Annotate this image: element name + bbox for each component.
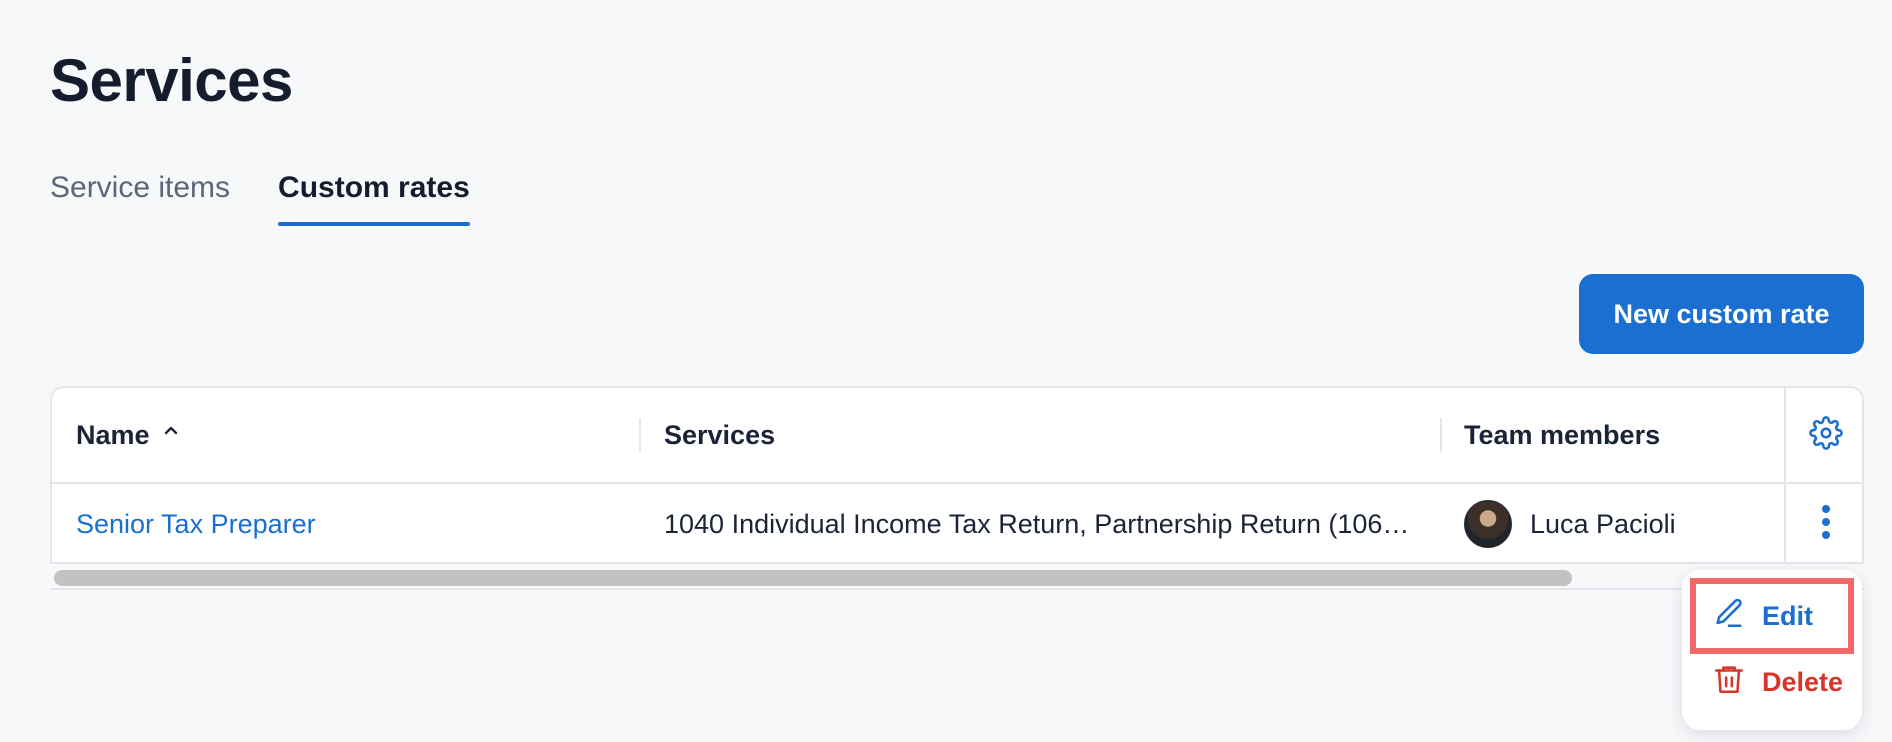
trash-icon	[1712, 662, 1746, 703]
row-more-actions-button[interactable]	[1784, 484, 1862, 562]
column-header-services-label: Services	[664, 419, 776, 450]
delete-menu-item[interactable]: Delete	[1696, 650, 1848, 714]
team-member-name: Luca Pacioli	[1530, 508, 1676, 539]
tab-service-items[interactable]: Service items	[50, 164, 230, 226]
tab-bar: Service items Custom rates	[50, 164, 470, 226]
column-header-services[interactable]: Services	[664, 388, 1464, 482]
row-services-text: 1040 Individual Income Tax Return, Partn…	[664, 508, 1424, 539]
pencil-icon	[1712, 596, 1746, 637]
edit-menu-item[interactable]: Edit	[1690, 578, 1854, 654]
custom-rate-name-link[interactable]: Senior Tax Preparer	[76, 509, 316, 540]
column-divider[interactable]	[639, 418, 641, 452]
table-settings-button[interactable]	[1784, 388, 1862, 482]
horizontal-scrollbar[interactable]	[50, 566, 1864, 590]
custom-rates-table: Name Services Team members Senior Tax Pr…	[50, 386, 1864, 564]
table-row: Senior Tax Preparer 1040 Individual Inco…	[52, 484, 1862, 562]
column-header-name[interactable]: Name	[76, 388, 636, 482]
row-services-cell: 1040 Individual Income Tax Return, Partn…	[664, 484, 1464, 562]
gear-icon	[1809, 415, 1843, 455]
column-divider[interactable]	[1440, 418, 1442, 452]
page-title: Services	[50, 47, 293, 114]
edit-label: Edit	[1762, 600, 1813, 631]
column-header-name-label: Name	[76, 419, 150, 450]
tab-custom-rates[interactable]: Custom rates	[278, 164, 470, 226]
vertical-dots-icon	[1820, 504, 1832, 545]
new-custom-rate-button[interactable]: New custom rate	[1579, 274, 1864, 354]
services-page: Services Service items Custom rates New …	[0, 0, 1892, 742]
avatar	[1464, 500, 1512, 548]
delete-label: Delete	[1762, 666, 1844, 697]
row-actions-menu: Edit Delete	[1682, 570, 1862, 730]
row-team-members-cell: Luca Pacioli	[1464, 484, 1804, 562]
row-name-cell: Senior Tax Preparer	[76, 484, 636, 562]
chevron-up-icon[interactable]	[164, 422, 178, 440]
scrollbar-thumb[interactable]	[54, 570, 1572, 586]
column-header-team-members[interactable]: Team members	[1464, 388, 1804, 482]
column-header-team-members-label: Team members	[1464, 419, 1661, 450]
table-header-row: Name Services Team members	[52, 388, 1862, 484]
